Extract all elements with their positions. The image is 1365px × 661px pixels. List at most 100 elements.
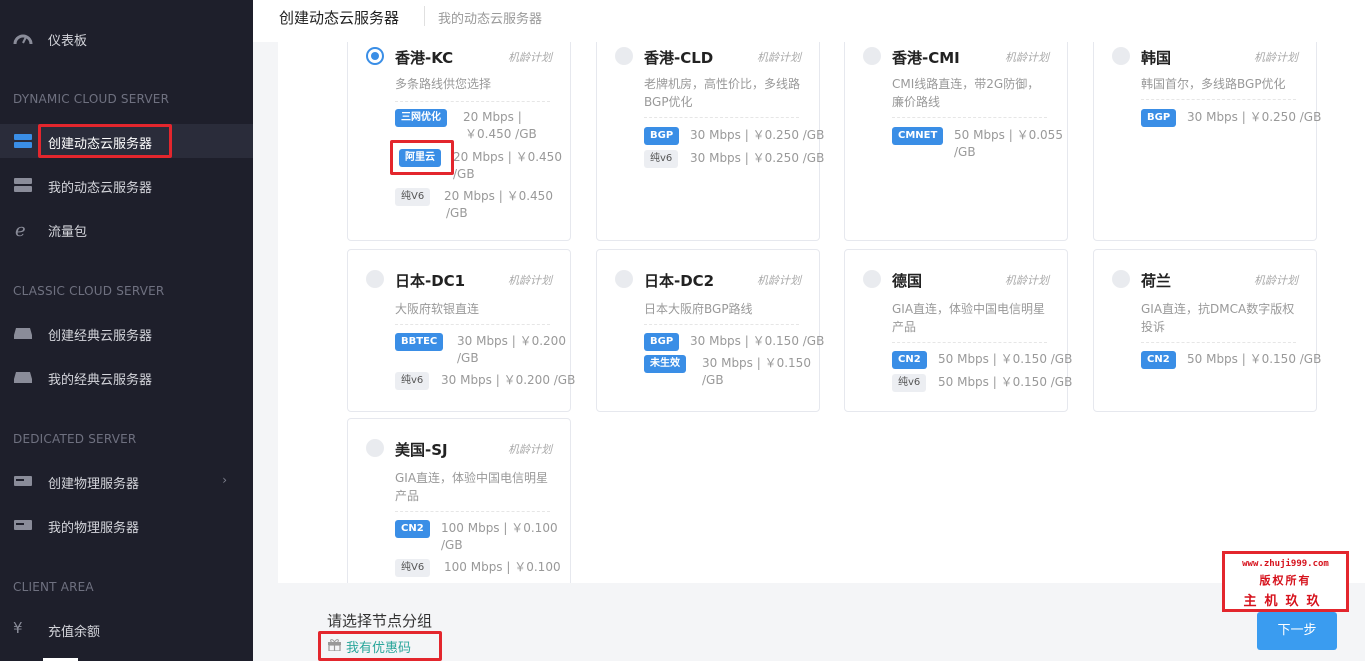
node-group-panel: 香港-KC 机龄计划 多条路线供您选择 三网优化 20 Mbps | ￥0.45… xyxy=(278,42,1365,583)
route-price: 20 Mbps | xyxy=(463,110,522,124)
route-price: 20 Mbps | ￥0.450 xyxy=(453,150,562,164)
breadcrumb-link[interactable]: 我的动态云服务器 xyxy=(438,8,542,27)
divider xyxy=(1141,99,1296,100)
node-name: 香港-CLD xyxy=(644,49,714,67)
route-line: 纯v6 50 Mbps | ￥0.150 /GB xyxy=(892,374,1072,394)
node-card-hk-kc[interactable]: 香港-KC 机龄计划 多条路线供您选择 三网优化 20 Mbps | ￥0.45… xyxy=(347,42,571,241)
route-price: 30 Mbps | ￥0.250 /GB xyxy=(690,151,825,165)
watermark-rights: 版权所有 xyxy=(1259,574,1312,587)
node-name: 日本-DC1 xyxy=(395,272,466,290)
node-description: GIA直连，体验中国电信明星产品 xyxy=(395,471,549,503)
node-name: 美国-SJ xyxy=(395,441,448,459)
node-card-hk-cld[interactable]: 香港-CLD 机龄计划 老牌机房，高性价比，多线路BGP优化 BGP 30 Mb… xyxy=(596,42,824,241)
route-price: 30 Mbps | ￥0.200 /GB xyxy=(441,373,576,387)
divider xyxy=(892,117,1047,118)
route-price: 50 Mbps | ￥0.150 /GB xyxy=(938,352,1073,366)
node-card-hk-cmi[interactable]: 香港-CMI 机龄计划 CMI线路直连，带2G防御，廉价路线 CMNET 50 … xyxy=(844,42,1068,241)
section-dynamic: DYNAMIC CLOUD SERVER xyxy=(13,92,170,106)
sidebar-item-traffic[interactable]: e 流量包 xyxy=(0,212,253,246)
sidebar-item-my-dynamic[interactable]: 我的动态云服务器 xyxy=(0,168,253,202)
route-line: 三网优化 20 Mbps | ￥0.450 /GB xyxy=(395,109,560,145)
route-line: BGP 30 Mbps | ￥0.150 /GB xyxy=(644,333,824,353)
route-badge: 纯v6 xyxy=(892,374,927,392)
sidebar-item-create-dynamic[interactable]: 创建动态云服务器 xyxy=(0,124,253,158)
next-button[interactable]: 下一步 xyxy=(1257,612,1337,650)
route-line: CN2 50 Mbps | ￥0.150 /GB xyxy=(1141,351,1321,371)
plan-label: 机龄计划 xyxy=(757,51,801,64)
route-price-unit: /GB xyxy=(446,206,468,220)
sidebar-item-create-physical[interactable]: 创建物理服务器 › xyxy=(0,464,253,498)
hdd-icon xyxy=(14,372,32,383)
node-description: CMI线路直连，带2G防御，廉价路线 xyxy=(892,77,1040,109)
server-rack-icon xyxy=(14,476,32,486)
radio-button[interactable] xyxy=(366,439,384,457)
radio-button[interactable] xyxy=(366,270,384,288)
divider xyxy=(395,324,550,325)
route-line: 纯v6 30 Mbps | ￥0.200 /GB xyxy=(395,372,575,392)
node-description: 日本大阪府BGP路线 xyxy=(644,302,753,316)
radio-button[interactable] xyxy=(366,47,384,65)
hdd-icon xyxy=(14,328,32,339)
route-line: BGP 30 Mbps | ￥0.250 /GB xyxy=(644,127,824,147)
route-badge: CN2 xyxy=(892,351,927,369)
route-badge: 纯V6 xyxy=(395,188,431,206)
route-price: 50 Mbps | ￥0.150 /GB xyxy=(1187,352,1322,366)
route-line: CMNET 50 Mbps | ￥0.055 /GB xyxy=(892,127,1063,163)
gift-icon xyxy=(328,639,341,651)
node-card-germany[interactable]: 德国 机龄计划 GIA直连，体验中国电信明星产品 CN2 50 Mbps | ￥… xyxy=(844,249,1072,412)
sidebar-item-dashboard[interactable]: 仪表板 xyxy=(0,21,253,55)
node-card-jp-dc1[interactable]: 日本-DC1 机龄计划 大阪府软银直连 BBTEC 30 Mbps | ￥0.2… xyxy=(347,249,575,412)
node-card-jp-dc2[interactable]: 日本-DC2 机龄计划 日本大阪府BGP路线 BGP 30 Mbps | ￥0.… xyxy=(596,249,824,412)
route-line: 纯v6 30 Mbps | ￥0.250 /GB xyxy=(644,150,824,170)
svg-text:e: e xyxy=(15,221,26,237)
radio-button[interactable] xyxy=(615,270,633,288)
sidebar-item-label: 创建动态云服务器 xyxy=(48,137,153,152)
sidebar-item-my-classic[interactable]: 我的经典云服务器 xyxy=(0,360,253,394)
radio-button[interactable] xyxy=(863,47,881,65)
node-description: GIA直连，体验中国电信明星产品 xyxy=(892,302,1046,334)
route-badge: BGP xyxy=(644,333,680,351)
divider xyxy=(395,101,550,102)
node-name: 德国 xyxy=(892,272,923,290)
route-price: 50 Mbps | ￥0.150 /GB xyxy=(938,375,1073,389)
route-badge: 纯v6 xyxy=(644,150,679,168)
node-name: 荷兰 xyxy=(1141,272,1172,290)
route-line: 纯V6 20 Mbps | ￥0.450 /GB xyxy=(395,188,560,224)
route-badge: BGP xyxy=(1141,109,1177,127)
route-badge: CN2 xyxy=(395,520,430,538)
route-price: 100 Mbps | ￥0.100 xyxy=(444,560,561,574)
plan-label: 机龄计划 xyxy=(757,274,801,287)
sidebar-item-my-physical[interactable]: 我的物理服务器 xyxy=(0,508,253,542)
sidebar-item-create-classic[interactable]: 创建经典云服务器 xyxy=(0,316,253,350)
sidebar: 仪表板 DYNAMIC CLOUD SERVER 创建动态云服务器 我的动态云服… xyxy=(0,0,253,661)
sidebar-item-label: 我的物理服务器 xyxy=(48,521,140,536)
divider xyxy=(395,511,550,512)
route-price: 30 Mbps | ￥0.150 xyxy=(702,356,811,370)
node-card-netherlands[interactable]: 荷兰 机龄计划 GIA直连，抗DMCA数字版权投诉 CN2 50 Mbps | … xyxy=(1093,249,1321,412)
route-price: 30 Mbps | ￥0.200 xyxy=(457,334,566,348)
chevron-right-icon: › xyxy=(222,473,227,487)
plan-label: 机龄计划 xyxy=(508,274,552,287)
node-description: 多条路线供您选择 xyxy=(395,77,492,91)
node-name: 日本-DC2 xyxy=(644,272,715,290)
node-card-us-sj[interactable]: 美国-SJ 机龄计划 GIA直连，体验中国电信明星产品 CN2 100 Mbps… xyxy=(347,418,571,583)
radio-button[interactable] xyxy=(615,47,633,65)
route-line: 纯V6 100 Mbps | ￥0.100 xyxy=(395,559,561,579)
radio-button[interactable] xyxy=(1112,47,1130,65)
radio-button[interactable] xyxy=(1112,270,1130,288)
sidebar-item-label: 我的动态云服务器 xyxy=(48,181,153,196)
watermark-url: www.zhuji999.com xyxy=(1242,559,1329,569)
plan-label: 机龄计划 xyxy=(1254,51,1298,64)
node-description: 韩国首尔，多线路BGP优化 xyxy=(1141,77,1286,91)
dashboard-icon xyxy=(13,34,33,45)
plan-label: 机龄计划 xyxy=(1254,274,1298,287)
sidebar-item-recharge[interactable]: ¥ 充值余额 xyxy=(0,612,253,646)
route-price: 30 Mbps | ￥0.150 /GB xyxy=(690,334,825,348)
radio-button[interactable] xyxy=(863,270,881,288)
sidebar-item-label: 创建经典云服务器 xyxy=(48,329,153,344)
server-rack-icon xyxy=(14,520,32,530)
coupon-link[interactable]: 我有优惠码 xyxy=(346,637,411,656)
divider xyxy=(644,117,799,118)
footer-bar: 请选择节点分组 我有优惠码 下一步 xyxy=(278,583,1365,661)
node-card-korea[interactable]: 韩国 机龄计划 韩国首尔，多线路BGP优化 BGP 30 Mbps | ￥0.2… xyxy=(1093,42,1321,241)
